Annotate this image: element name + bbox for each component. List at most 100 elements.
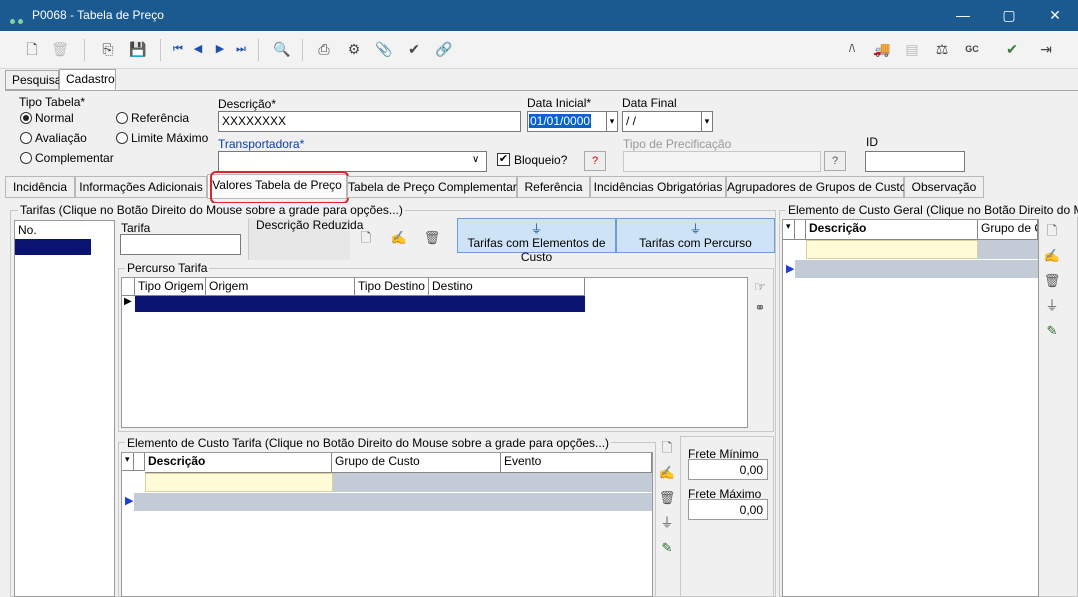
tarifas-row-selected[interactable] [15, 239, 91, 255]
filter-icon[interactable]: ⏚ [1042, 296, 1062, 316]
copy-icon[interactable]: ⎘ [96, 38, 120, 60]
help-button[interactable]: ? [584, 151, 606, 171]
row-marker-icon: ▶ [125, 495, 134, 507]
separator [302, 39, 303, 61]
scale-icon[interactable]: ⚖ [930, 38, 954, 60]
edit-icon[interactable]: ✍ [1042, 246, 1062, 266]
tarifa-input[interactable] [120, 234, 241, 255]
maximize-button[interactable]: ▢ [986, 0, 1032, 31]
toolbar: 🗋 🗑 ⎘ 💾 ⏮ ◀ ▶ ⏭ 🔍 ⎙ ⚙ 📎 ✔ 🔗 /\ 🚚 ▤ ⚖ GC … [0, 31, 1078, 69]
filter-icon: ⏚ [530, 222, 543, 236]
attach-icon[interactable]: 📎 [372, 38, 396, 60]
pen-icon[interactable]: ✎ [657, 538, 677, 558]
tab-observacao[interactable]: Observação [904, 176, 984, 198]
tab-referencia[interactable]: Referência [517, 176, 590, 198]
tarifas-grid[interactable] [14, 220, 115, 597]
link-icon[interactable]: 🔗 [432, 38, 456, 60]
trash-icon[interactable]: 🗑 [422, 228, 442, 248]
tab-pesquisa[interactable]: Pesquisa [5, 70, 61, 90]
elemento-row[interactable] [134, 492, 652, 511]
new-row-descricao[interactable] [145, 473, 333, 492]
check-icon[interactable]: ✔ [1000, 38, 1024, 60]
radio-referencia[interactable] [116, 112, 128, 124]
col-origem[interactable]: Origem [206, 278, 355, 296]
new-row-rest[interactable] [333, 473, 652, 492]
table-icon[interactable]: ▤ [900, 38, 924, 60]
bloqueio-checkbox[interactable]: ✔ [497, 153, 510, 166]
transportadora-select[interactable] [218, 151, 487, 172]
new-row-grupo-geral[interactable] [978, 240, 1038, 259]
trash-icon[interactable]: 🗑 [1042, 271, 1062, 291]
row-marker-icon: ▶ [786, 263, 795, 275]
delete-icon[interactable]: 🗑 [48, 38, 72, 60]
tab-incidencia[interactable]: Incidência [5, 176, 75, 198]
point-icon[interactable]: ☞ [750, 277, 770, 297]
edit-icon[interactable]: ✍ [389, 228, 409, 248]
route-icon[interactable]: /\ [840, 38, 864, 60]
prev-record-icon[interactable]: ◀ [186, 38, 210, 60]
print-icon[interactable]: ⎙ [312, 38, 336, 60]
row-marker-icon: ▶ [124, 296, 132, 307]
col-tipo-origem[interactable]: Tipo Origem [135, 278, 206, 296]
col-destino[interactable]: Destino [429, 278, 585, 296]
radio-avaliacao[interactable] [20, 132, 32, 144]
save-icon[interactable]: 💾 [126, 38, 150, 60]
add-icon[interactable]: 🗋 [356, 228, 376, 248]
find-icon[interactable]: 🔍 [270, 38, 294, 60]
radio-normal[interactable] [20, 112, 32, 124]
new-row-descricao-geral[interactable] [806, 240, 978, 259]
add-icon[interactable]: 🗋 [657, 438, 677, 458]
truck-icon[interactable]: 🚚 [870, 38, 894, 60]
exit-icon[interactable]: ⇥ [1034, 38, 1058, 60]
radio-limite-maximo[interactable] [116, 132, 128, 144]
row-indicator-header [795, 220, 806, 240]
data-inicial-dropdown[interactable]: ▾ [606, 111, 618, 132]
radio-complementar[interactable] [20, 152, 32, 164]
highlight-box [210, 171, 349, 204]
add-icon[interactable]: 🗋 [1042, 221, 1062, 241]
col-descricao[interactable]: Descrição [145, 453, 332, 473]
col-grupo-custo-geral[interactable]: Grupo de Cu [978, 220, 1038, 240]
tab-informacoes-adicionais[interactable]: Informações Adicionais [75, 176, 207, 198]
radio-avaliacao-label: Avaliação [35, 131, 87, 145]
tarifas-percurso-button[interactable]: ⏚ Tarifas com Percurso [616, 218, 775, 253]
gc-icon[interactable]: GC [960, 38, 984, 60]
id-label: ID [866, 135, 878, 149]
tab-cadastro[interactable]: Cadastro [59, 69, 116, 90]
id-input[interactable] [865, 151, 965, 172]
tab-incidencias-obrigatorias[interactable]: Incidências Obrigatórias [590, 176, 726, 198]
edit-icon[interactable]: ✍ [657, 463, 677, 483]
tipo-tabela-label: Tipo Tabela* [19, 95, 86, 109]
frete-maximo-input[interactable]: 0,00 [688, 499, 768, 520]
data-inicial-input[interactable]: 01/01/0000 [527, 111, 607, 132]
settings-icon[interactable]: ⚙ [342, 38, 366, 60]
col-evento[interactable]: Evento [501, 453, 652, 473]
descricao-input[interactable]: XXXXXXXX [218, 111, 521, 132]
col-grupo-custo[interactable]: Grupo de Custo [332, 453, 501, 473]
minimize-button[interactable]: — [940, 0, 986, 31]
trash-icon[interactable]: 🗑 [657, 488, 677, 508]
close-button[interactable]: ✕ [1032, 0, 1078, 31]
data-final-input[interactable]: / / [622, 111, 702, 132]
filter-icon[interactable]: ⏚ [657, 513, 677, 533]
data-final-dropdown[interactable]: ▾ [701, 111, 713, 132]
col-tipo-destino[interactable]: Tipo Destino [355, 278, 429, 296]
percurso-row-selected[interactable] [135, 296, 585, 312]
separator [160, 39, 161, 61]
col-descricao-geral[interactable]: Descrição [806, 220, 978, 240]
tab-preco-complementar[interactable]: Tabela de Preço Complementar [347, 176, 517, 198]
chevron-down-icon: ∨ [472, 154, 480, 165]
data-final-label: Data Final [622, 96, 677, 110]
last-record-icon[interactable]: ⏭ [229, 38, 253, 60]
tipo-precificacao-select[interactable] [623, 151, 821, 172]
tarifas-elementos-label: Tarifas com Elementos de Custo [467, 236, 606, 264]
tarifas-elementos-button[interactable]: ⏚ Tarifas com Elementos de Custo [457, 218, 616, 264]
elemento-geral-row[interactable] [795, 259, 1038, 278]
tab-agrupadores[interactable]: Agrupadores de Grupos de Custo [726, 176, 906, 198]
frete-minimo-input[interactable]: 0,00 [688, 459, 768, 480]
new-icon[interactable]: 🗋 [20, 38, 44, 60]
binoculars-icon[interactable]: ⚭ [750, 298, 770, 318]
tipo-help-button[interactable]: ? [824, 151, 846, 171]
confirm-icon[interactable]: ✔ [402, 38, 426, 60]
pen-icon[interactable]: ✎ [1042, 321, 1062, 341]
